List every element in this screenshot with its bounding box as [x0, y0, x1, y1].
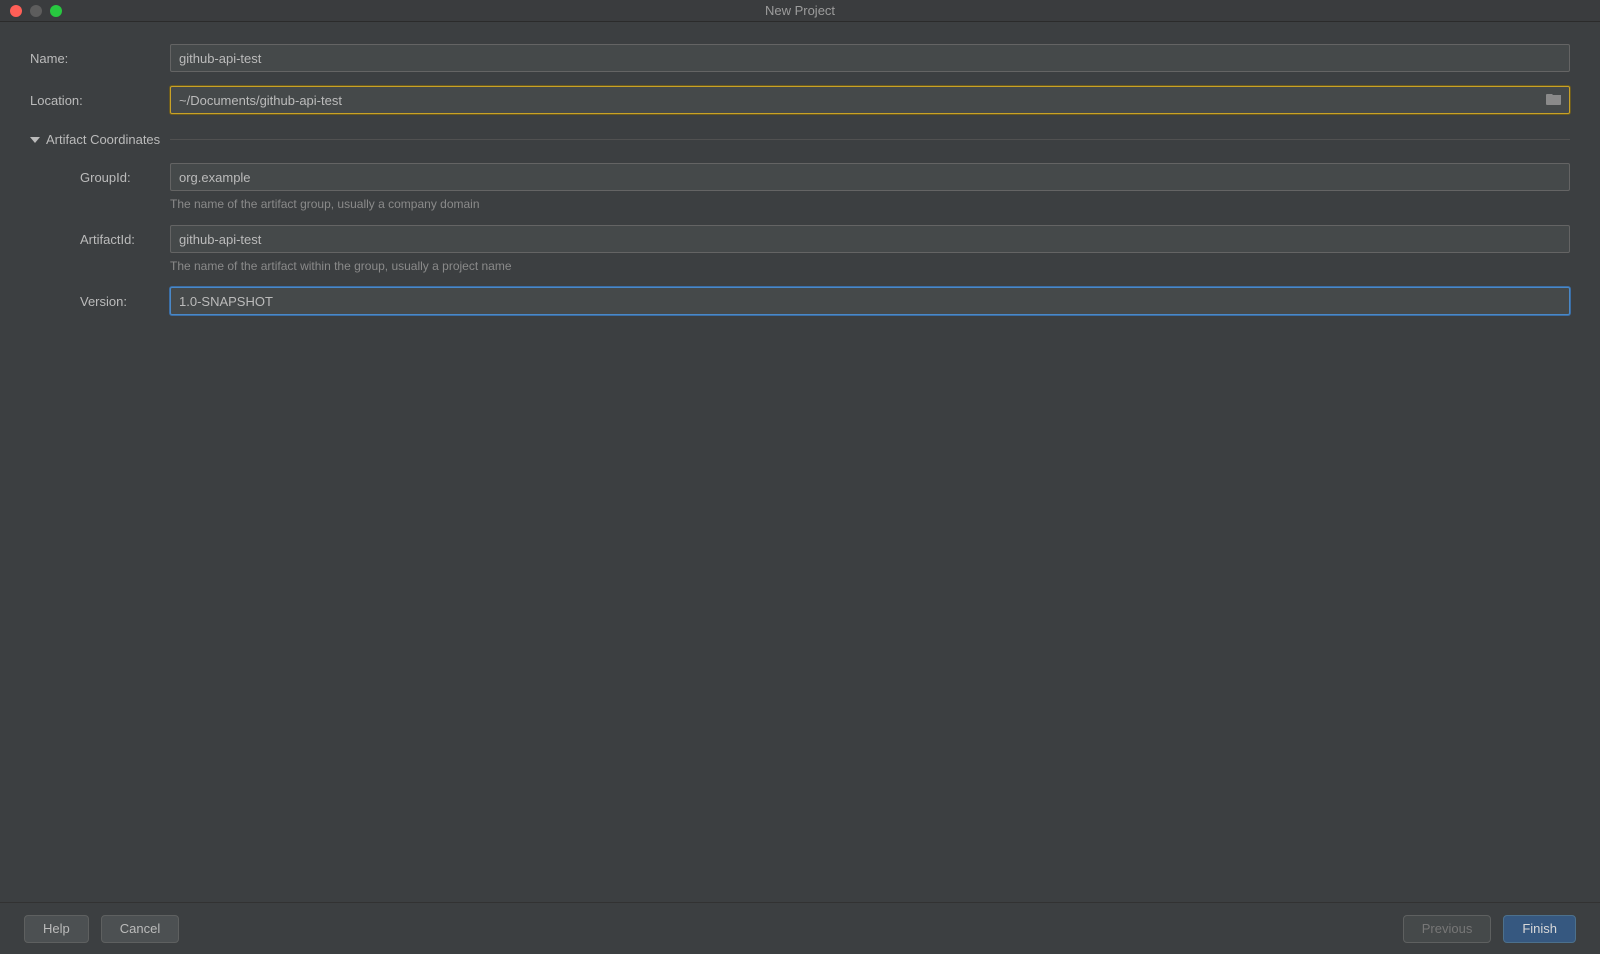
section-title: Artifact Coordinates [46, 132, 160, 147]
name-row: Name: [30, 44, 1570, 72]
location-label: Location: [30, 93, 170, 108]
finish-button[interactable]: Finish [1503, 915, 1576, 943]
groupid-row: GroupId: [80, 163, 1570, 191]
section-divider [170, 139, 1570, 140]
help-button[interactable]: Help [24, 915, 89, 943]
artifactid-input[interactable] [170, 225, 1570, 253]
location-row: Location: [30, 86, 1570, 114]
groupid-hint: The name of the artifact group, usually … [170, 197, 1570, 211]
version-input[interactable] [170, 287, 1570, 315]
artifact-coordinates-section: Artifact Coordinates GroupId: The name o… [30, 132, 1570, 321]
location-input[interactable] [170, 86, 1570, 114]
titlebar: New Project [0, 0, 1600, 22]
close-icon[interactable] [10, 5, 22, 17]
groupid-label: GroupId: [80, 170, 170, 185]
section-body: GroupId: The name of the artifact group,… [30, 163, 1570, 315]
maximize-icon[interactable] [50, 5, 62, 17]
name-input[interactable] [170, 44, 1570, 72]
window-controls [0, 5, 62, 17]
dialog-footer: Help Cancel Previous Finish [0, 902, 1600, 954]
section-header[interactable]: Artifact Coordinates [30, 132, 1570, 147]
cancel-button[interactable]: Cancel [101, 915, 179, 943]
version-label: Version: [80, 294, 170, 309]
name-label: Name: [30, 51, 170, 66]
version-row: Version: [80, 287, 1570, 315]
window-title: New Project [0, 3, 1600, 18]
previous-button[interactable]: Previous [1403, 915, 1492, 943]
dialog-content: Name: Location: Artifact Coordinates Gro… [0, 22, 1600, 902]
minimize-icon[interactable] [30, 5, 42, 17]
artifactid-hint: The name of the artifact within the grou… [170, 259, 1570, 273]
artifactid-row: ArtifactId: [80, 225, 1570, 253]
groupid-input[interactable] [170, 163, 1570, 191]
chevron-down-icon [30, 137, 40, 143]
artifactid-label: ArtifactId: [80, 232, 170, 247]
folder-icon[interactable] [1546, 92, 1562, 108]
